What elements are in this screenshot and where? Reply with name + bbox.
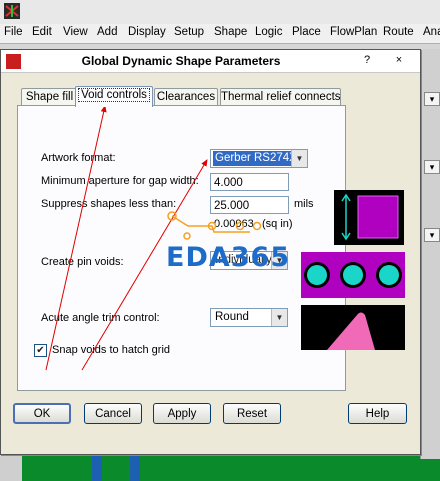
tab-void-controls[interactable]: Void controls — [75, 86, 153, 107]
cancel-button[interactable]: Cancel — [84, 403, 142, 424]
side-panel — [420, 49, 440, 459]
side-panel-control[interactable]: ▾ — [424, 92, 440, 106]
acute-angle-dropdown[interactable]: Round ▼ — [210, 308, 288, 327]
canvas-corner — [0, 455, 22, 481]
acute-angle-value: Round — [215, 311, 249, 323]
side-panel-control[interactable]: ▾ — [424, 160, 440, 174]
app-logo-icon — [4, 3, 20, 19]
menu-edit[interactable]: Edit — [32, 26, 52, 38]
help-button[interactable]: Help — [348, 403, 407, 424]
tab-thermal-relief-connects[interactable]: Thermal relief connects — [220, 88, 341, 106]
artwork-format-dropdown[interactable]: Gerber RS274X ▼ — [210, 149, 308, 168]
side-panel-control[interactable]: ▾ — [424, 228, 440, 242]
menu-flowplan[interactable]: FlowPlan — [330, 26, 377, 38]
chevron-down-icon[interactable]: ▼ — [291, 150, 307, 167]
suppress-shapes-preview — [334, 190, 404, 245]
acute-angle-label: Acute angle trim control: — [41, 312, 160, 324]
menu-file[interactable]: File — [4, 26, 23, 38]
dialog-title: Global Dynamic Shape Parameters — [81, 54, 281, 68]
apply-button[interactable]: Apply — [153, 403, 211, 424]
app-titlebar — [0, 0, 440, 24]
help-icon[interactable]: ? — [359, 53, 375, 68]
menu-route[interactable]: Route — [383, 26, 414, 38]
artwork-format-value: Gerber RS274X — [213, 151, 299, 166]
acute-angle-preview — [301, 305, 405, 350]
pcb-trace — [92, 455, 102, 481]
close-icon[interactable]: × — [391, 53, 407, 68]
ok-button[interactable]: OK — [13, 403, 71, 424]
tab-shape-fill[interactable]: Shape fill — [21, 88, 78, 106]
min-aperture-label: Minimum aperture for gap width: — [41, 175, 199, 187]
suppress-shapes-label: Suppress shapes less than: — [41, 198, 177, 210]
menu-setup[interactable]: Setup — [174, 26, 204, 38]
create-pin-voids-label: Create pin voids: — [41, 256, 124, 268]
menu-analyze[interactable]: Ana — [423, 26, 440, 38]
menu-view[interactable]: View — [63, 26, 88, 38]
menu-place[interactable]: Place — [292, 26, 321, 38]
area-readout-unit: (sq in) — [262, 218, 293, 230]
menu-add[interactable]: Add — [97, 26, 117, 38]
menu-logic[interactable]: Logic — [255, 26, 283, 38]
snap-voids-checkbox[interactable]: ✔ — [34, 344, 47, 357]
pcb-trace — [130, 455, 140, 481]
suppress-shapes-unit: mils — [294, 198, 314, 210]
area-readout-value: 0.00063 — [214, 218, 254, 230]
snap-voids-label: Snap voids to hatch grid — [52, 344, 171, 356]
menu-shape[interactable]: Shape — [214, 26, 247, 38]
pin-voids-preview — [301, 252, 405, 298]
chevron-down-icon[interactable]: ▼ — [271, 309, 287, 326]
reset-button[interactable]: Reset — [223, 403, 281, 424]
menu-bar: File Edit View Add Display Setup Shape L… — [0, 24, 440, 44]
tab-clearances[interactable]: Clearances — [154, 88, 218, 106]
dialog-titlebar: Global Dynamic Shape Parameters ? × — [1, 50, 420, 73]
suppress-shapes-input[interactable]: 25.000 — [210, 196, 289, 214]
artwork-format-label: Artwork format: — [41, 152, 116, 164]
watermark-logo: EDA365 — [166, 242, 291, 273]
menu-display[interactable]: Display — [128, 26, 166, 38]
min-aperture-input[interactable]: 4.000 — [210, 173, 289, 191]
